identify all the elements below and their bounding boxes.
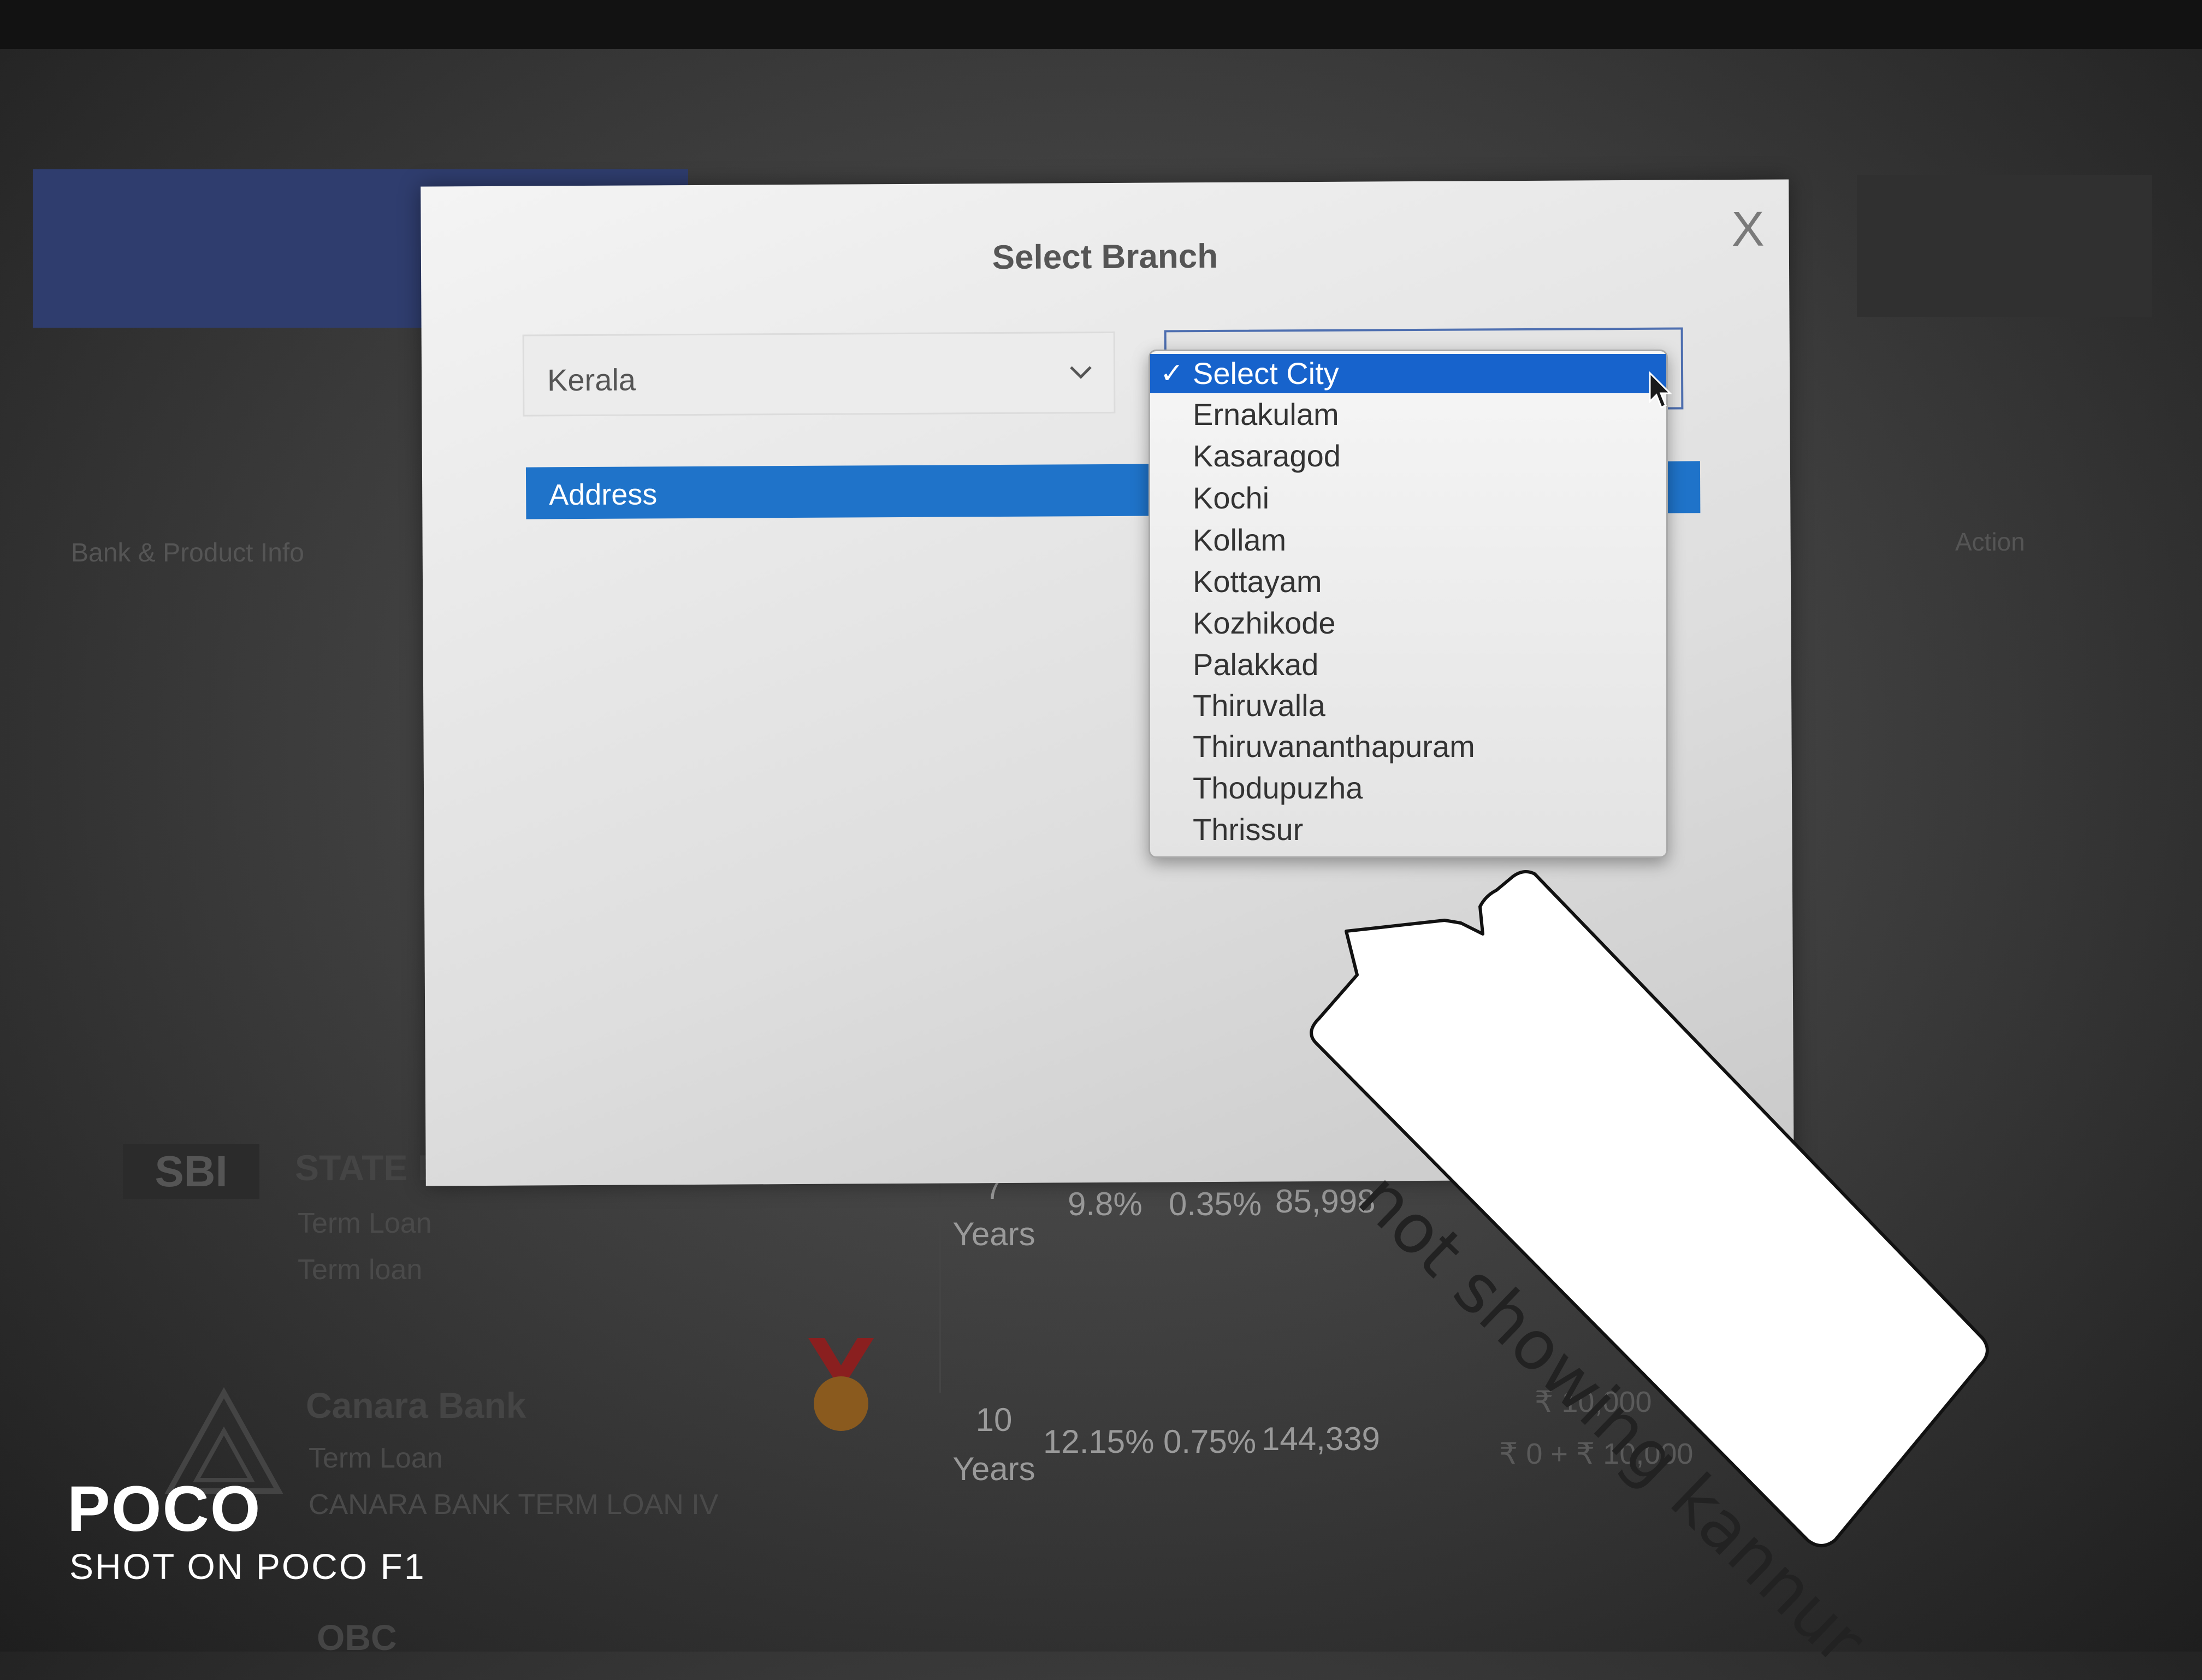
city-option-kottayam[interactable]: Kottayam (1150, 562, 1666, 601)
medal-icon (808, 1338, 874, 1431)
loan-product: CANARA BANK TERM LOAN IV (309, 1489, 719, 1521)
sbi-logo: SBI (123, 1144, 259, 1199)
close-button[interactable]: X (1731, 202, 1765, 258)
checkmark-icon: ✓ (1160, 358, 1184, 389)
loan-product: Term loan (298, 1254, 423, 1286)
tenure-number: 10 (975, 1401, 1013, 1438)
option-label: Ernakulam (1193, 397, 1339, 431)
option-label: Thodupuzha (1193, 771, 1363, 805)
bank-name: STATE B (295, 1147, 444, 1188)
tenure-unit: Years (952, 1451, 1035, 1487)
option-label: Kozhikode (1193, 606, 1336, 640)
column-header-bank: Bank & Product Info (71, 539, 304, 567)
city-option-kollam[interactable]: Kollam (1150, 520, 1666, 560)
column-header-action: Action (1955, 528, 2025, 556)
modal-title: Select Branch (992, 237, 1218, 277)
chevron-down-icon (1070, 366, 1092, 379)
option-label: Kochi (1193, 481, 1270, 515)
option-label: Kottayam (1193, 564, 1322, 599)
state-select[interactable]: Kerala (522, 331, 1116, 417)
option-label: Thrissur (1193, 812, 1304, 847)
address-label: Address (549, 478, 658, 512)
city-option-kasaragod[interactable]: Kasaragod (1150, 436, 1666, 476)
city-option-kochi[interactable]: Kochi (1150, 478, 1666, 518)
option-label: Thiruvananthapuram (1193, 729, 1475, 764)
bank-name: Canara Bank (306, 1385, 526, 1425)
camera-watermark-brand: POCO (67, 1473, 262, 1545)
camera-watermark-sub: SHOT ON POCO F1 (69, 1546, 426, 1587)
processing-fee: 0.35% (1169, 1186, 1262, 1222)
city-option-select-city[interactable]: ✓ Select City (1150, 354, 1666, 393)
state-select-value: Kerala (547, 362, 636, 398)
mouse-cursor-icon (1649, 371, 1672, 409)
interest-rate: 9.8% (1068, 1186, 1143, 1222)
option-label: Thiruvalla (1193, 688, 1325, 723)
city-option-thiruvananthapuram[interactable]: Thiruvananthapuram (1150, 727, 1666, 766)
option-label: Select City (1193, 356, 1339, 391)
city-option-ernakulam[interactable]: Ernakulam (1150, 395, 1666, 434)
city-option-thrissur[interactable]: Thrissur (1150, 810, 1666, 849)
city-dropdown-list: ✓ Select City Ernakulam Kasaragod Kochi … (1149, 350, 1668, 858)
city-option-kozhikode[interactable]: Kozhikode (1150, 604, 1666, 643)
city-option-thodupuzha[interactable]: Thodupuzha (1150, 768, 1666, 808)
loan-type: Term Loan (298, 1208, 432, 1239)
interest-rate: 12.15% (1043, 1423, 1155, 1460)
city-option-palakkad[interactable]: Palakkad (1150, 645, 1666, 684)
bank-name: OBC (317, 1617, 397, 1658)
option-label: Kasaragod (1193, 439, 1341, 473)
tenure-unit: Years (952, 1216, 1035, 1252)
processing-fee: 0.75% (1163, 1423, 1257, 1460)
option-label: Palakkad (1193, 647, 1319, 682)
loan-type: Term Loan (309, 1442, 443, 1474)
promo-banner-right (1857, 175, 2152, 317)
city-option-thiruvalla[interactable]: Thiruvalla (1150, 686, 1666, 725)
option-label: Kollam (1193, 523, 1287, 557)
